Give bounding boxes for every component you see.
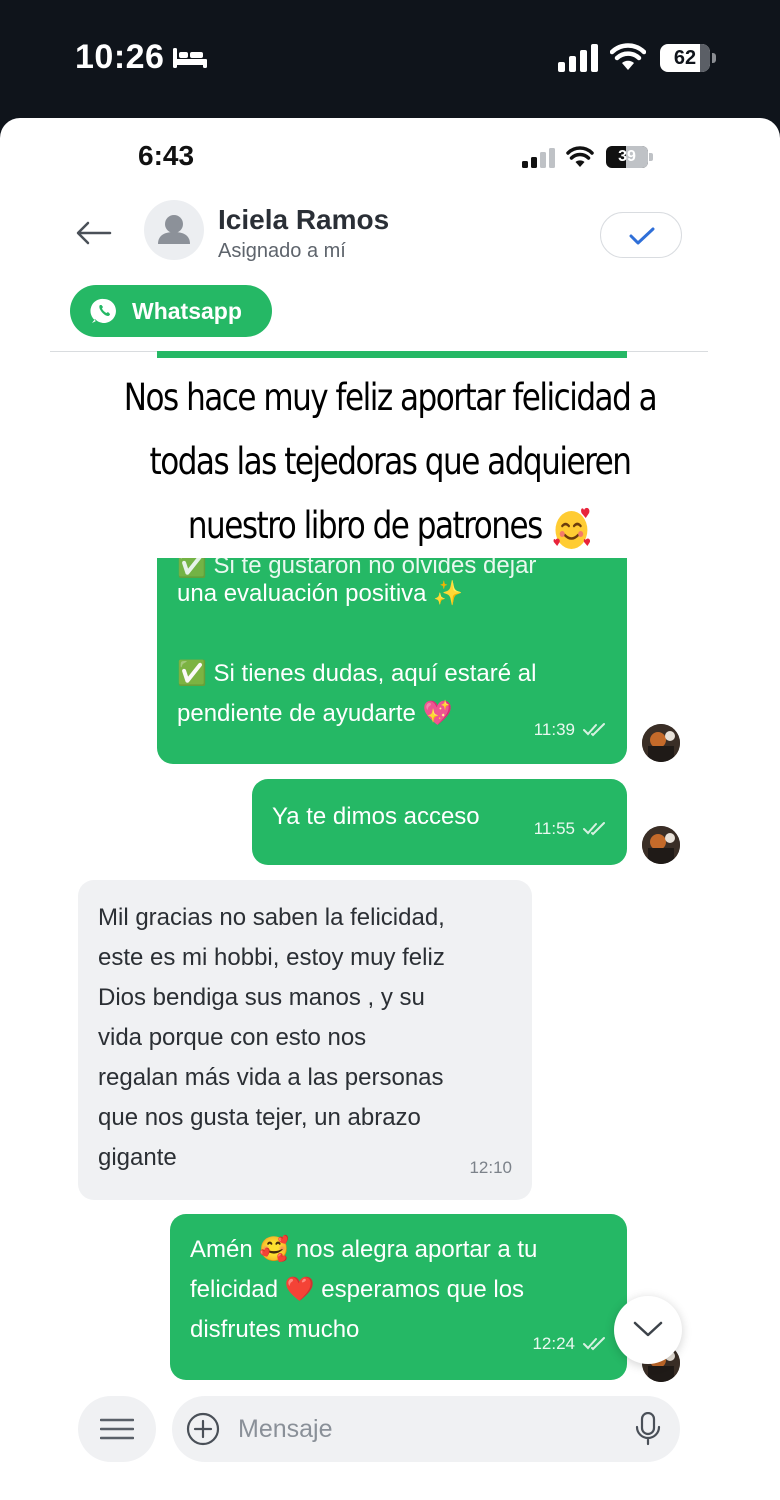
- menu-button[interactable]: [78, 1396, 156, 1462]
- overlay-caption: Nos hace muy feliz aportar felicidad a t…: [96, 366, 684, 558]
- agent-photo-icon: [642, 724, 680, 762]
- caption-line: nuestro libro de patrones: [187, 504, 543, 547]
- message-time: 12:24: [532, 1334, 575, 1353]
- smiling-face-with-hearts-icon: [553, 507, 590, 549]
- caption-line: todas las tejedoras que adquieren: [149, 440, 632, 483]
- battery-level: 39: [618, 148, 636, 165]
- resolve-button[interactable]: [600, 212, 682, 258]
- message-meta: 12:10: [469, 1148, 512, 1188]
- plus-circle-icon[interactable]: [186, 1412, 220, 1446]
- message-time: 12:10: [469, 1158, 512, 1177]
- chat-screen: 6:43 39 Iciela Ramos Asignado a mí Whats…: [0, 118, 780, 1500]
- checkmark-icon: [629, 227, 655, 245]
- message-composer: [172, 1396, 680, 1462]
- wifi-icon: [610, 43, 646, 70]
- message-bubble-edge: [157, 351, 627, 358]
- outer-status-bar: 10:26 62: [0, 0, 780, 118]
- cellular-signal-icon: [558, 44, 598, 72]
- message-time: 11:55: [533, 819, 575, 838]
- battery-icon: 62: [660, 44, 716, 72]
- caption-line: Nos hace muy feliz aportar felicidad a: [123, 376, 658, 419]
- message-input[interactable]: [238, 1410, 618, 1448]
- scroll-to-bottom-button[interactable]: [614, 1296, 682, 1364]
- message-meta: 12:24: [532, 1324, 607, 1364]
- microphone-icon[interactable]: [634, 1412, 662, 1446]
- back-arrow-icon[interactable]: [74, 218, 114, 248]
- outgoing-message[interactable]: Amén 🥰 nos alegra aportar a tu felicidad…: [170, 1214, 627, 1380]
- hamburger-menu-icon: [100, 1418, 134, 1440]
- double-check-icon: [583, 822, 605, 836]
- message-meta: 11:39: [534, 710, 607, 750]
- user-avatar-icon: [158, 215, 190, 244]
- outgoing-message[interactable]: ✅ Si te gustaron no olvides dejar una ev…: [157, 558, 627, 764]
- outgoing-message[interactable]: Ya te dimos acceso 11:55: [252, 779, 627, 865]
- agent-avatar: [642, 724, 680, 762]
- contact-avatar[interactable]: [144, 200, 204, 260]
- message-text: Ya te dimos acceso: [272, 803, 480, 830]
- agent-photo-icon: [642, 826, 680, 864]
- bed-icon: [173, 48, 207, 68]
- double-check-icon: [583, 723, 605, 737]
- cellular-signal-icon: [522, 148, 555, 168]
- whatsapp-icon: [90, 298, 116, 323]
- contact-name: Iciela Ramos: [218, 204, 390, 235]
- message-time: 11:39: [533, 720, 575, 739]
- caption-line-with-emoji: nuestro libro de patrones: [96, 494, 684, 558]
- outer-status-time: 10:26: [75, 38, 165, 76]
- inner-status-time: 6:43: [138, 140, 195, 171]
- message-text: Mil gracias no saben la felicidad, este …: [98, 904, 445, 1171]
- channel-pill-whatsapp[interactable]: Whatsapp: [70, 285, 272, 337]
- chevron-down-icon: [633, 1321, 663, 1337]
- battery-icon: 39: [606, 146, 654, 168]
- double-check-icon: [583, 1337, 605, 1351]
- wifi-icon: [566, 146, 594, 167]
- contact-assignment-status: Asignado a mí: [218, 240, 346, 262]
- channel-label: Whatsapp: [132, 298, 242, 324]
- incoming-message[interactable]: Mil gracias no saben la felicidad, este …: [78, 880, 532, 1200]
- message-meta: 11:55: [534, 809, 607, 849]
- battery-level: 62: [673, 47, 697, 69]
- agent-avatar: [642, 826, 680, 864]
